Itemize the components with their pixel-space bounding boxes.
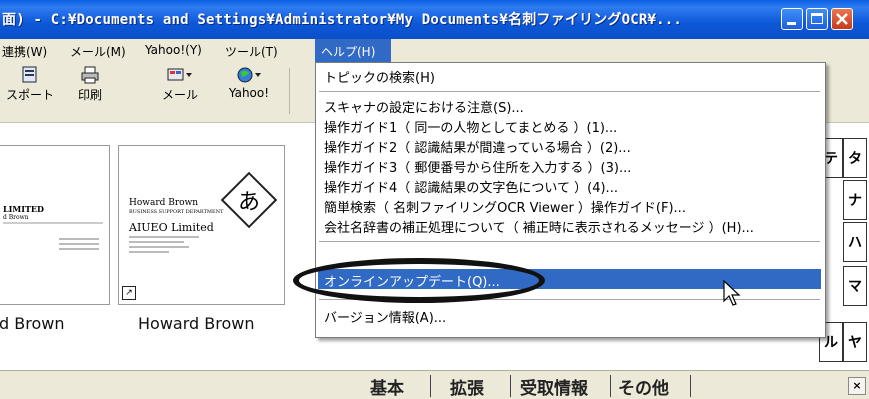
minimize-icon [787,22,796,25]
menu-tools[interactable]: ツール(T) [225,43,278,60]
index-tab-ma[interactable]: マ [843,266,867,306]
highlight-ellipse-annotation [293,258,545,303]
card-label: Howard Brown [138,314,255,333]
detail-panel-tabs [0,370,869,399]
tab-divider [610,375,611,397]
menu-yahoo[interactable]: Yahoo!(Y) [145,43,202,57]
title-bar: 面) - C:¥Documents and Settings¥Administr… [0,0,869,39]
card-text-line [129,236,199,238]
card-company: AIUEO Limited [129,221,214,234]
maximize-icon [811,13,823,24]
menu-item-version-info[interactable]: バージョン情報(A)... [324,307,446,326]
tab-other[interactable]: その他 [618,374,669,399]
tab-divider [430,375,431,397]
menu-item-scanner-notes[interactable]: スキャナの設定における注意(S)... [324,97,524,116]
panel-close-icon[interactable]: × [848,377,866,395]
export-label: スポート [5,88,54,102]
menu-link[interactable]: 連携(W) [2,43,47,60]
kana-badge-label: あ [237,190,260,215]
index-tab-na[interactable]: ナ [843,180,867,220]
menu-item-easy-search-guide[interactable]: 簡単検索（ 名刺ファイリングOCR Viewer ）操作ガイド(F)... [324,197,686,216]
menu-item-guide-2[interactable]: 操作ガイド2（ 認識結果が間違っている場合 ）(2)... [324,137,631,156]
print-button[interactable]: 印刷 [70,66,110,103]
card-name: Howard Brown [129,198,199,208]
close-button[interactable] [831,8,853,30]
tab-basic[interactable]: 基本 [370,374,404,399]
index-tab-ha[interactable]: ハ [843,222,867,262]
menu-separator [319,241,820,242]
menu-item-company-dictionary[interactable]: 会社名辞書の補正処理について（ 補正時に表示されるメッセージ ）(H)... [324,217,754,236]
window-title: 面) - C:¥Documents and Settings¥Administr… [2,12,683,28]
menu-item-guide-1[interactable]: 操作ガイド1（ 同一の人物としてまとめる ）(1)... [324,117,617,136]
menu-help-label: ヘルプ(H) [321,45,376,59]
card-dept: BUSINESS SUPPORT DEPARTMENT [129,209,224,215]
card-text-line [129,246,189,248]
card-label: d Brown [0,314,65,333]
menu-item-topic-search[interactable]: トピックの検索(H) [324,67,435,86]
card-text-line [59,243,99,245]
mail-icon [167,68,192,81]
menu-item-guide-4[interactable]: 操作ガイド4（ 認識結果の文字色について ）(4)... [324,177,618,196]
minimize-button[interactable] [781,8,803,30]
menu-item-guide-3[interactable]: 操作ガイド3（ 郵便番号から住所を入力する ）(3)... [324,157,631,176]
export-icon [22,66,37,83]
toolbar-divider [289,68,290,114]
card-text-line [3,222,103,224]
tab-extended[interactable]: 拡張 [450,374,484,399]
close-icon [836,13,848,25]
card-company: LIMITED [3,204,44,214]
print-label: 印刷 [77,88,102,102]
card-text-line [129,241,184,243]
card-text-line [129,251,169,253]
card-text-line [59,238,99,240]
index-tab-ya[interactable]: ヤ [843,322,867,362]
menu-help[interactable]: ヘルプ(H) [315,39,391,62]
export-button[interactable]: スポート [4,66,56,103]
mail-label: メール [161,88,198,102]
menu-separator [319,91,820,92]
tab-divider [690,375,691,397]
tab-received-info[interactable]: 受取情報 [520,374,588,399]
tab-divider [510,375,511,397]
business-card-thumbnail[interactable]: Howard Brown BUSINESS SUPPORT DEPARTMENT… [118,145,285,305]
yahoo-globe-icon [237,67,261,83]
index-tab-ta[interactable]: タ [843,138,867,178]
card-name: d Brown [3,214,29,221]
maximize-button[interactable] [806,8,828,30]
mail-button[interactable]: メール [160,66,200,103]
yahoo-label: Yahoo! [228,86,270,100]
business-card-thumbnail[interactable]: LIMITED d Brown [0,145,110,305]
menu-mail[interactable]: メール(M) [70,43,126,60]
card-text-line [59,248,99,250]
mouse-cursor-icon [723,280,741,306]
printer-icon [81,66,99,84]
menu-bar: 連携(W) メール(M) Yahoo!(Y) ツール(T) [0,39,869,63]
yahoo-button[interactable]: Yahoo! [224,66,274,100]
shortcut-arrow-icon: ↗ [122,286,136,300]
